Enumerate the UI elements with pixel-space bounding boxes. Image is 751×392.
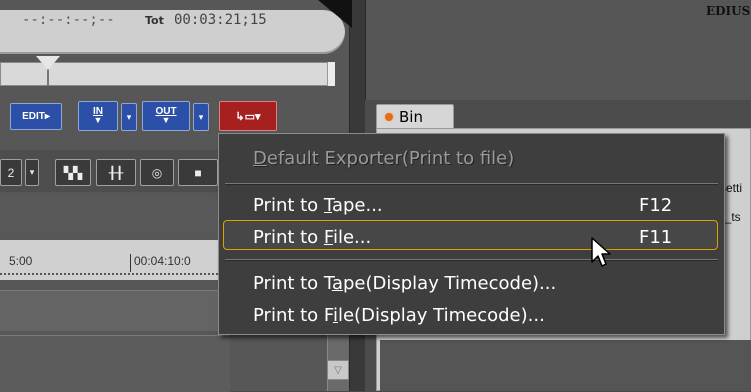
edit-button[interactable]: EDIT▸	[10, 103, 62, 130]
sync-button[interactable]: ◎	[140, 159, 174, 186]
panel-corner	[318, 0, 352, 28]
mark-in-dropdown[interactable]: ▾	[121, 103, 137, 131]
mouse-pointer-icon	[591, 237, 611, 267]
menu-separator	[225, 183, 718, 185]
target-icon: ◎	[151, 165, 163, 180]
print-to-tape-button[interactable]: ↳▭▾	[219, 101, 277, 131]
menu-item-print-to-tape-timecode[interactable]: Print to Tape(Display Timecode)...	[253, 273, 556, 294]
ruler-label: 5:00	[9, 254, 33, 268]
chevron-down-icon: ▾	[29, 167, 35, 177]
menu-item-print-to-file[interactable]: Print to File...	[253, 227, 371, 248]
grid-icon: ▚▚	[63, 165, 83, 180]
mixer-icon: ╂╂	[108, 165, 124, 180]
tab-bin-label: Bin	[399, 108, 423, 126]
scrub-bar-end	[327, 62, 335, 86]
timeline-track[interactable]	[0, 290, 230, 331]
current-timecode: --:--:--;--	[22, 12, 115, 28]
mark-in-icon: ▼	[93, 115, 103, 125]
arrow-down-icon: ▽	[334, 364, 342, 376]
menu-item-print-to-file-timecode[interactable]: Print to File(Display Timecode)...	[253, 305, 545, 326]
zoom-dropdown[interactable]: ▾	[25, 159, 39, 186]
mark-out-button[interactable]: OUT ▼	[142, 101, 190, 131]
total-timecode: 00:03:21;15	[174, 12, 267, 28]
print-context-menu: Default Exporter(Print to file) Print to…	[218, 133, 725, 335]
shortcut-print-to-file: F11	[639, 227, 673, 248]
track-header	[0, 198, 230, 233]
chevron-down-icon: ▾	[126, 111, 132, 122]
print-to-tape-icon: ↳▭▾	[235, 110, 261, 123]
mark-out-icon: ▼	[161, 115, 171, 125]
shortcut-print-to-tape: F12	[639, 195, 673, 216]
edit-button-label: EDIT▸	[22, 111, 50, 122]
scrub-handle[interactable]	[36, 56, 60, 70]
overlay-button[interactable]: ■	[178, 159, 218, 186]
zoom-button[interactable]: 2	[0, 159, 22, 186]
chevron-down-icon: ▾	[198, 111, 204, 122]
menu-item-print-to-tape[interactable]: Print to Tape...	[253, 195, 383, 216]
box-icon: ■	[194, 165, 202, 180]
ruler-minor-ticks	[0, 273, 230, 277]
multicam-button[interactable]: ▚▚	[55, 159, 91, 186]
app-title: EDIUS	[706, 4, 751, 18]
status-dot-icon	[385, 113, 393, 121]
preview-panel	[365, 0, 751, 100]
ruler-label: 00:04:10:0	[134, 254, 191, 268]
scrub-handle-stem	[47, 68, 49, 86]
mark-in-button[interactable]: IN ▼	[78, 101, 118, 131]
audio-mixer-button[interactable]: ╂╂	[96, 159, 136, 186]
timeline-track[interactable]	[0, 335, 230, 392]
bin-list-area	[380, 340, 751, 391]
tab-bin[interactable]: Bin	[376, 104, 454, 129]
menu-separator	[225, 259, 718, 261]
total-label: Tot	[145, 14, 164, 27]
scroll-down-button[interactable]: ▽	[327, 360, 349, 380]
mark-out-dropdown[interactable]: ▾	[193, 103, 209, 131]
menu-item-default-exporter: Default Exporter(Print to file)	[253, 148, 515, 169]
zoom-icon: 2	[7, 165, 15, 180]
